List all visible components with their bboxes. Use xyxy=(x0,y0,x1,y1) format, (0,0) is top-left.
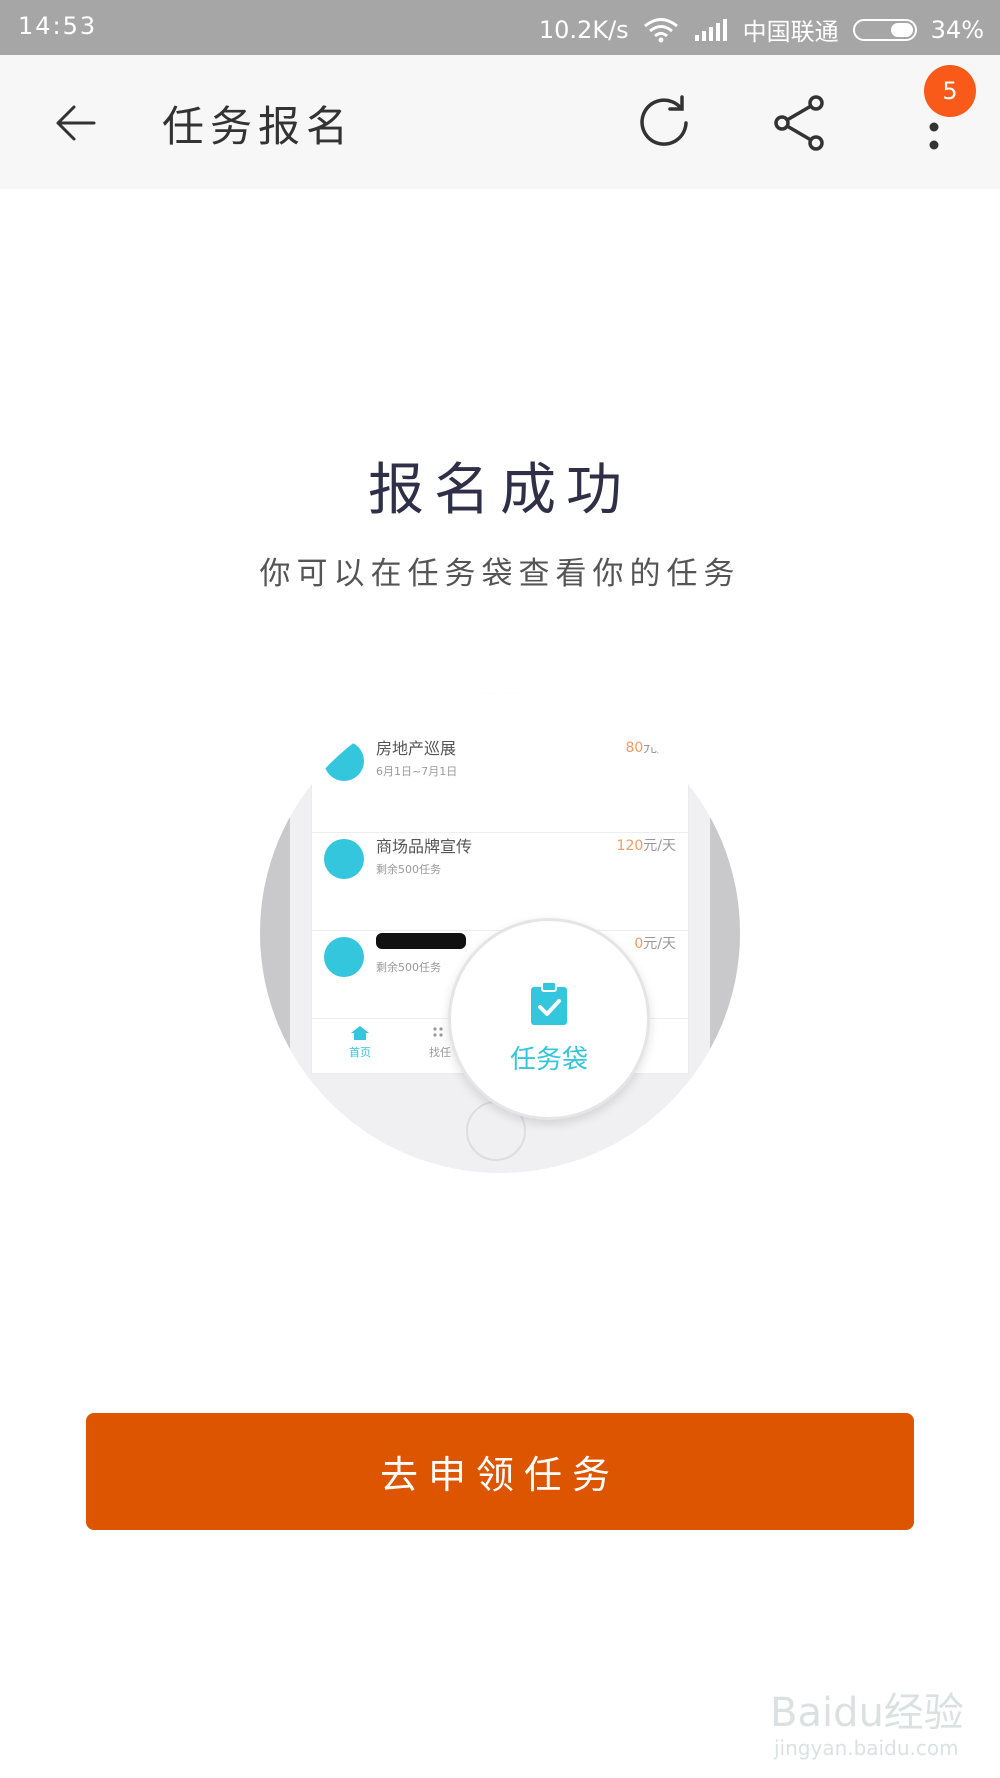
refresh-icon[interactable] xyxy=(632,91,696,155)
success-headline: 报名成功 xyxy=(368,458,632,523)
tab-home-label: 首页 xyxy=(349,1046,371,1059)
baidu-watermark: Baidu经验 jingyan.baidu.com xyxy=(770,1680,970,1770)
task-title: 房地产巡展 xyxy=(376,739,457,758)
task-bag-illustration: 房地产巡展 6月1日~7月1日 80元/天 商场品牌宣传 剩余500任务 120… xyxy=(260,693,740,1173)
clipboard-check-icon xyxy=(529,981,569,1027)
watermark-logo: Baidu经验 xyxy=(770,1690,964,1736)
store-icon xyxy=(324,839,364,879)
share-icon[interactable] xyxy=(768,91,832,155)
task-remaining: 剩余500任务 xyxy=(376,961,441,974)
success-subtitle: 你可以在任务袋查看你的任务 xyxy=(259,556,741,592)
battery-percent: 34% xyxy=(930,15,984,44)
signal-icon xyxy=(693,17,729,43)
claim-task-button[interactable]: 去申领任务 xyxy=(86,1413,914,1530)
magnifier-lens: 任务袋 xyxy=(448,918,650,1120)
status-bar: 14:53 10.2K/s 中国联通 34% xyxy=(0,0,1000,55)
status-time: 14:53 xyxy=(18,12,98,40)
redacted-title xyxy=(376,933,466,949)
map-pin-icon xyxy=(324,741,364,781)
watermark-url: jingyan.baidu.com xyxy=(774,1736,959,1760)
battery-icon xyxy=(852,18,917,41)
task-price: 0元/天 xyxy=(634,936,676,952)
status-right: 10.2K/s 中国联通 34% xyxy=(539,12,984,47)
wifi-icon xyxy=(643,17,679,43)
task-title: 商场品牌宣传 xyxy=(376,837,473,856)
network-speed: 10.2K/s xyxy=(538,15,629,44)
app-header: 任务报名 5 xyxy=(0,55,1000,189)
tab-home: 首页 xyxy=(342,1025,378,1060)
notification-badge: 5 xyxy=(924,65,976,117)
phone-frame-left xyxy=(260,763,290,1123)
page-title: 任务报名 xyxy=(162,102,355,151)
list-item: 房地产巡展 6月1日~7月1日 80元/天 xyxy=(312,733,688,833)
phone-frame-right xyxy=(710,763,740,1123)
list-item: 商场品牌宣传 剩余500任务 120元/天 xyxy=(312,831,688,931)
document-icon xyxy=(324,937,364,977)
task-remaining: 剩余500任务 xyxy=(376,863,441,876)
task-price: 80元/天 xyxy=(625,740,676,756)
task-date: 6月1日~7月1日 xyxy=(376,765,458,778)
carrier-name: 中国联通 xyxy=(742,18,839,46)
task-price: 120元/天 xyxy=(616,838,676,854)
back-arrow-icon[interactable] xyxy=(48,95,104,151)
task-bag-label: 任务袋 xyxy=(509,1045,588,1075)
